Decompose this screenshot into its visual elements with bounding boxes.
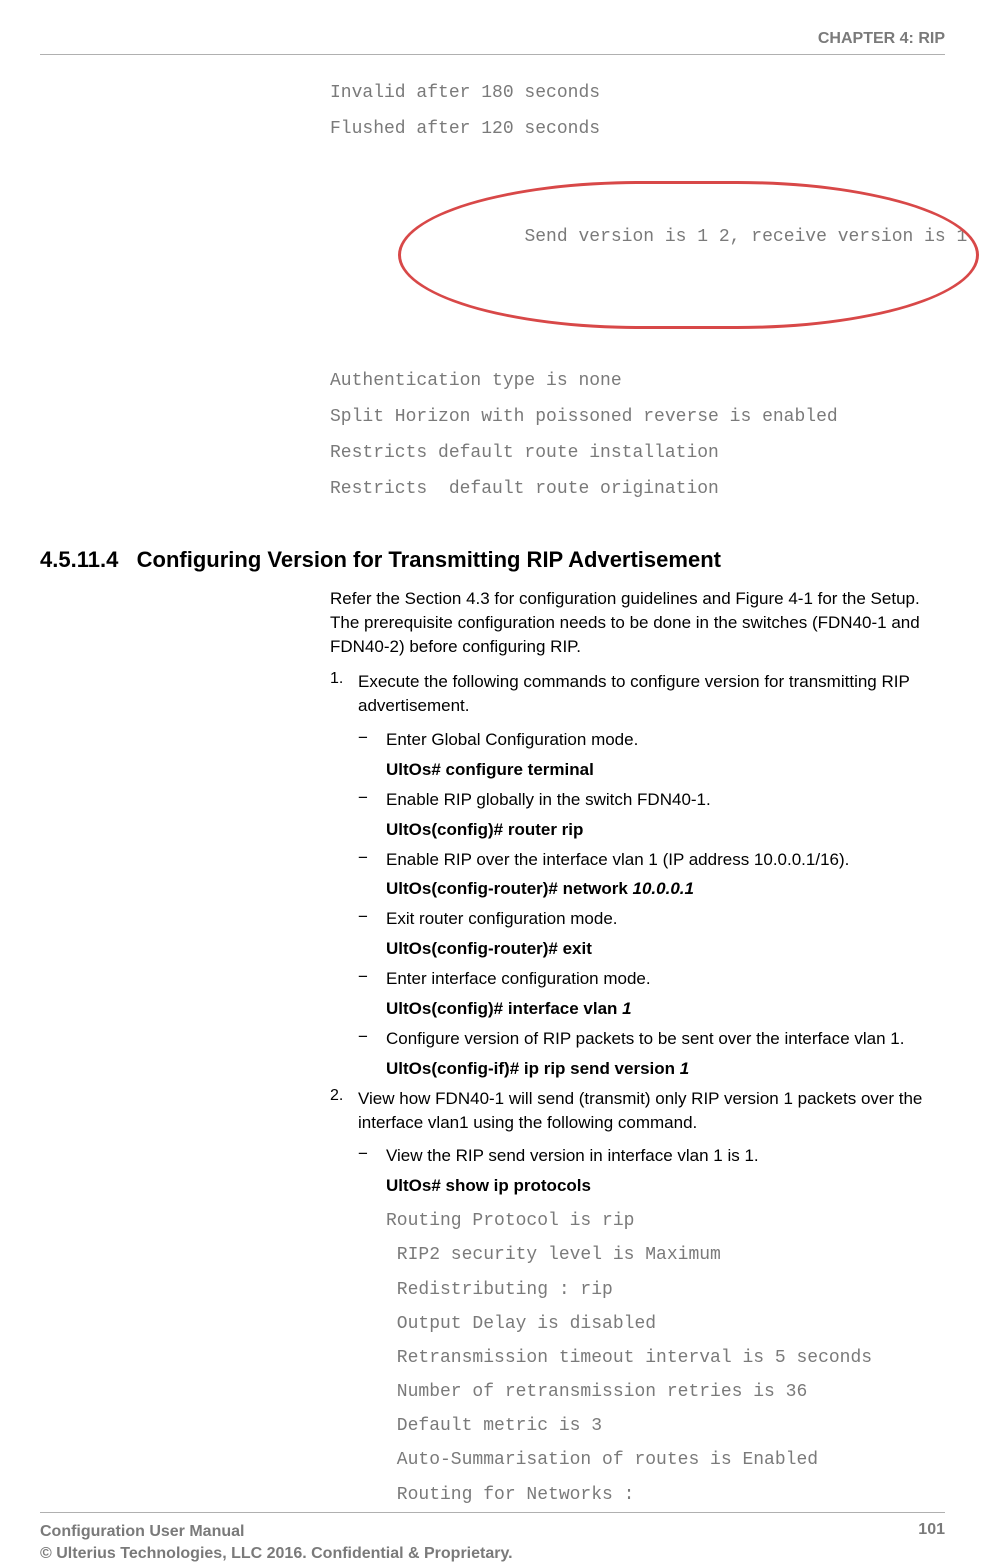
step-number: 1. — [330, 670, 358, 718]
step-text: View how FDN40-1 will send (transmit) on… — [358, 1087, 945, 1135]
footer-copyright: © Ulterius Technologies, LLC 2016. Confi… — [40, 1543, 513, 1565]
substep: − Enter interface configuration mode. — [358, 967, 945, 991]
command-line: UltOs# show ip protocols — [386, 1176, 945, 1196]
dash-marker: − — [358, 907, 386, 931]
substep-text: Enter Global Configuration mode. — [386, 728, 945, 752]
section-title: Configuring Version for Transmitting RIP… — [137, 547, 721, 573]
output-line: Output Delay is disabled — [386, 1307, 945, 1341]
step-number: 2. — [330, 1087, 358, 1135]
step-2: 2. View how FDN40-1 will send (transmit)… — [330, 1087, 945, 1135]
output-line: Retransmission timeout interval is 5 sec… — [386, 1341, 945, 1375]
substep-text: Enable RIP over the interface vlan 1 (IP… — [386, 848, 945, 872]
page-header-chapter: CHAPTER 4: RIP — [40, 30, 945, 48]
step-text: Execute the following commands to config… — [358, 670, 945, 718]
dash-marker: − — [358, 967, 386, 991]
substep: − View the RIP send version in interface… — [358, 1144, 945, 1168]
code-line: Invalid after 180 seconds — [330, 75, 945, 111]
page-number: 101 — [918, 1521, 945, 1566]
dash-marker: − — [358, 728, 386, 752]
dash-marker: − — [358, 788, 386, 812]
dash-marker: − — [358, 848, 386, 872]
command-line: UltOs(config)# router rip — [386, 820, 945, 840]
intro-paragraph: Refer the Section 4.3 for configuration … — [330, 587, 945, 658]
output-line: Default metric is 3 — [386, 1409, 945, 1443]
substep-text: Enable RIP globally in the switch FDN40-… — [386, 788, 945, 812]
code-line: Restricts default route installation — [330, 435, 945, 471]
substep-text: Configure version of RIP packets to be s… — [386, 1027, 945, 1051]
header-divider — [40, 54, 945, 55]
step-1: 1. Execute the following commands to con… — [330, 670, 945, 718]
section-heading: 4.5.11.4 Configuring Version for Transmi… — [40, 547, 945, 573]
command-line: UltOs# configure terminal — [386, 760, 945, 780]
substep: − Enter Global Configuration mode. — [358, 728, 945, 752]
page-footer: Configuration User Manual © Ulterius Tec… — [40, 1512, 945, 1566]
command-line: UltOs(config-if)# ip rip send version 1 — [386, 1059, 945, 1079]
circled-text: Send version is 1 2, receive version is … — [524, 227, 967, 247]
substep: − Exit router configuration mode. — [358, 907, 945, 931]
output-line: Redistributing : rip — [386, 1273, 945, 1307]
footer-title: Configuration User Manual — [40, 1521, 513, 1543]
section-number: 4.5.11.4 — [40, 547, 137, 573]
substep: − Configure version of RIP packets to be… — [358, 1027, 945, 1051]
substep: − Enable RIP over the interface vlan 1 (… — [358, 848, 945, 872]
substep-text: View the RIP send version in interface v… — [386, 1144, 945, 1168]
command-line: UltOs(config-router)# exit — [386, 939, 945, 959]
command-output: Routing Protocol is rip RIP2 security le… — [386, 1204, 945, 1512]
code-line: Authentication type is none — [330, 363, 945, 399]
substep-text: Exit router configuration mode. — [386, 907, 945, 931]
command-line: UltOs(config-router)# network 10.0.0.1 — [386, 879, 945, 899]
output-line: Routing Protocol is rip — [386, 1204, 945, 1238]
dash-marker: − — [358, 1027, 386, 1051]
output-line: RIP2 security level is Maximum — [386, 1238, 945, 1272]
dash-marker: − — [358, 1144, 386, 1168]
code-line: Split Horizon with poissoned reverse is … — [330, 399, 945, 435]
code-line: Flushed after 120 seconds — [330, 111, 945, 147]
output-line: Auto-Summarisation of routes is Enabled — [386, 1443, 945, 1477]
code-line-circled: Send version is 1 2, receive version is … — [330, 147, 945, 363]
code-line: Restricts default route origination — [330, 471, 945, 507]
red-circle-annotation — [398, 181, 979, 329]
substep-text: Enter interface configuration mode. — [386, 967, 945, 991]
output-line: Number of retransmission retries is 36 — [386, 1375, 945, 1409]
substep: − Enable RIP globally in the switch FDN4… — [358, 788, 945, 812]
command-line: UltOs(config)# interface vlan 1 — [386, 999, 945, 1019]
top-code-output: Invalid after 180 seconds Flushed after … — [330, 75, 945, 507]
